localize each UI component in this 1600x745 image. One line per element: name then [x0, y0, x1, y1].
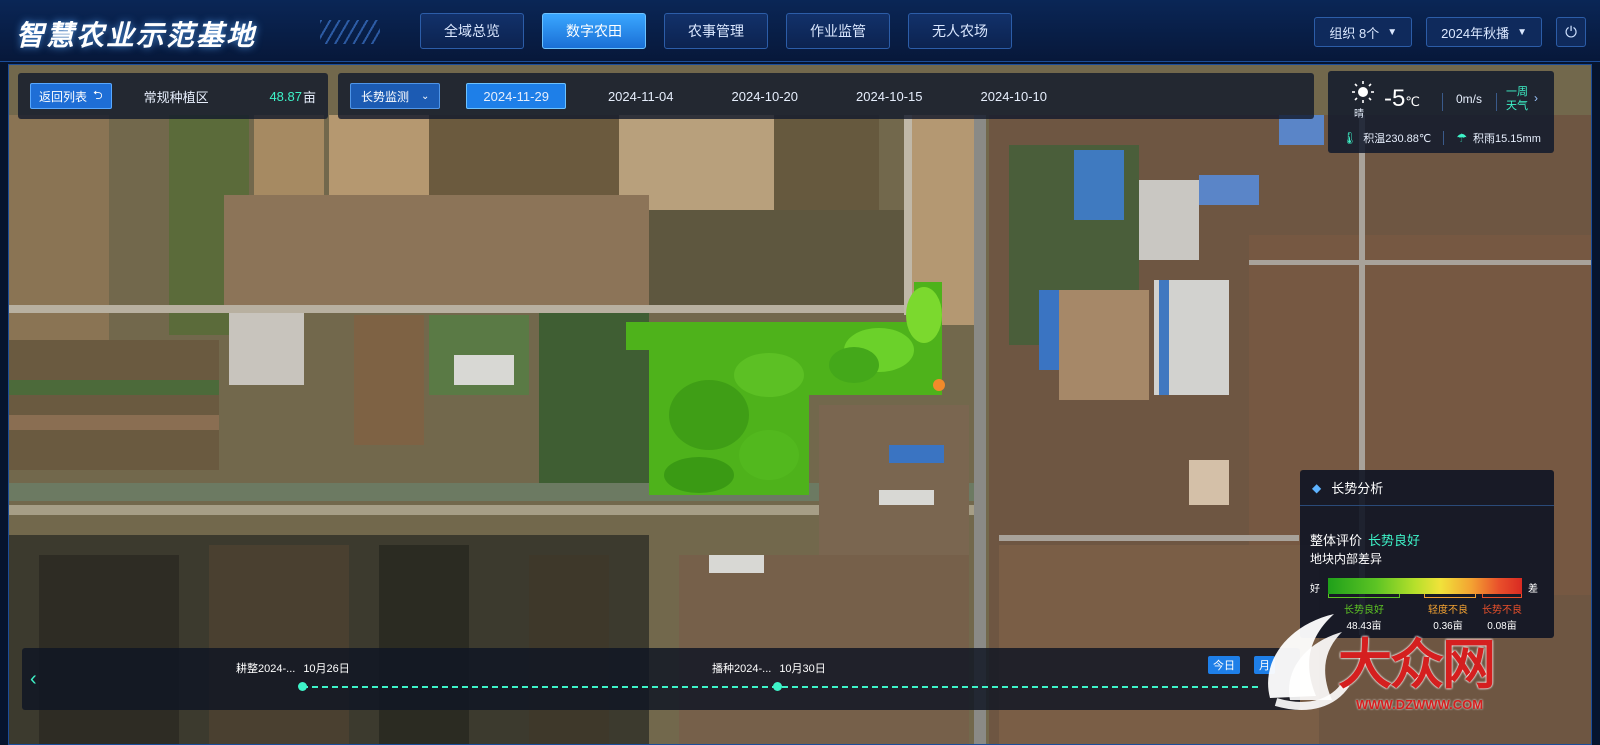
org-dropdown[interactable]: 组织 8个 ▼: [1314, 17, 1413, 47]
watermark-text: 大众网: [1338, 632, 1496, 696]
chevron-down-icon: ⌄: [421, 90, 430, 102]
divider: [1443, 131, 1445, 145]
monitor-mode-dropdown[interactable]: 长势监测 ⌄: [350, 83, 441, 109]
week-forecast-line2: 天气: [1506, 100, 1528, 112]
main-nav: 全域总览 数字农田 农事管理 作业监管 无人农场: [420, 13, 1012, 49]
back-to-list-label: 返回列表: [39, 89, 88, 104]
category-bracket: [1482, 594, 1522, 598]
divider: [1496, 93, 1497, 111]
accumulated-temperature: 积温230.88℃: [1363, 133, 1432, 145]
page-title: 智慧农业示范基地: [16, 20, 257, 51]
monitor-mode-label: 长势监测: [361, 89, 410, 104]
area-name: 常规种植区: [143, 89, 209, 105]
timeline-event[interactable]: 耕整2024-... 10月26日: [236, 660, 350, 676]
timeline-dot[interactable]: [773, 682, 782, 691]
variance-label: 地块内部差异: [1310, 552, 1383, 566]
event-label: 耕整2024-...: [236, 663, 296, 675]
divider: [1442, 93, 1443, 111]
tab-unmanned-farm[interactable]: 无人农场: [908, 13, 1012, 49]
panel-header: ◆ 长势分析: [1300, 470, 1554, 506]
season-dropdown[interactable]: 2024年秋播 ▼: [1426, 17, 1542, 47]
date-list: 2024-11-29 2024-11-04 2024-10-20 2024-10…: [466, 83, 1063, 109]
caret-down-icon: ▼: [1387, 26, 1398, 38]
date-option[interactable]: 2024-10-15: [840, 83, 939, 109]
scale-bad-label: 差: [1528, 584, 1538, 595]
overall-label: 整体评价: [1310, 533, 1363, 548]
temperature-value: -5: [1384, 85, 1406, 112]
event-date: 10月26日: [303, 663, 350, 675]
week-forecast-line1: 一周: [1506, 86, 1528, 98]
overall-evaluation: 整体评价 长势良好: [1310, 530, 1420, 549]
rain-cloud-icon: ☂: [1456, 131, 1467, 145]
growth-color-scale: [1328, 578, 1522, 594]
caret-down-icon: ▼: [1517, 26, 1527, 38]
header-controls: 组织 8个 ▼ 2024年秋播 ▼ ⏻: [1314, 17, 1586, 47]
tab-overview[interactable]: 全域总览: [420, 13, 524, 49]
chevron-left-icon[interactable]: ‹: [30, 668, 37, 691]
thermometer-icon: 🌡: [1342, 131, 1358, 145]
category-bracket: [1424, 594, 1476, 598]
date-option[interactable]: 2024-10-20: [716, 83, 815, 109]
event-label: 播种2024-...: [712, 663, 772, 675]
org-dropdown-label: 组织 8个: [1329, 25, 1380, 41]
timeline-track[interactable]: [302, 686, 1262, 688]
date-option[interactable]: 2024-11-29: [466, 83, 566, 109]
wind-speed: 0m/s: [1456, 92, 1483, 106]
analysis-icon: ◆: [1312, 480, 1322, 495]
panel-title: 长势分析: [1331, 481, 1384, 496]
season-dropdown-label: 2024年秋播: [1441, 25, 1510, 41]
week-forecast-link[interactable]: 一周 天气: [1500, 85, 1534, 113]
tab-operation-supervision[interactable]: 作业监管: [786, 13, 890, 49]
area-unit: 亩: [302, 89, 316, 105]
tab-digital-farmland[interactable]: 数字农田: [542, 13, 646, 49]
farming-timeline: ‹ 耕整2024-... 10月26日 播种2024-... 10月30日 今日 月: [22, 648, 1300, 710]
event-date: 10月30日: [779, 663, 826, 675]
category-bracket: [1328, 594, 1400, 598]
date-toolbar: 长势监测 ⌄ 2024-11-29 2024-11-04 2024-10-20 …: [338, 73, 1314, 119]
today-button[interactable]: 今日: [1208, 656, 1240, 674]
top-header: 智慧农业示范基地 全域总览 数字农田 农事管理 作业监管 无人农场 组织 8个 …: [0, 0, 1600, 62]
return-icon: ⮌: [93, 87, 103, 102]
tab-farming-management[interactable]: 农事管理: [664, 13, 768, 49]
timeline-dot[interactable]: [298, 682, 307, 691]
app-root: 智慧农业示范基地 全域总览 数字农田 农事管理 作业监管 无人农场 组织 8个 …: [0, 0, 1600, 745]
temperature-unit: ℃: [1405, 94, 1420, 109]
weather-widget: 晴 -5℃ 0m/s 一周 天气 › 🌡 积温230.88℃ ☂ 积雨15.15…: [1328, 71, 1554, 153]
area-value: 48.87: [269, 88, 302, 104]
scale-good-label: 好: [1310, 584, 1320, 595]
overall-value: 长势良好: [1368, 533, 1421, 548]
temperature: -5℃: [1384, 85, 1420, 113]
back-to-list-button[interactable]: 返回列表 ⮌: [30, 83, 112, 109]
sun-icon: [1352, 81, 1374, 103]
watermark-url: WWW.DZWWW.COM: [1356, 697, 1484, 712]
power-icon[interactable]: ⏻: [1556, 17, 1586, 47]
date-option[interactable]: 2024-11-04: [592, 83, 690, 109]
timeline-event[interactable]: 播种2024-... 10月30日: [712, 660, 826, 676]
weather-condition: 晴: [1354, 109, 1364, 120]
accumulation-row: 🌡 积温230.88℃ ☂ 积雨15.15mm: [1342, 130, 1541, 146]
date-option[interactable]: 2024-10-10: [965, 83, 1064, 109]
chevron-right-icon[interactable]: ›: [1534, 91, 1538, 105]
accumulated-rain: 积雨15.15mm: [1473, 133, 1541, 145]
area-toolbar: 返回列表 ⮌ 常规种植区 48.87 亩: [18, 73, 328, 119]
title-decoration: [320, 20, 380, 44]
